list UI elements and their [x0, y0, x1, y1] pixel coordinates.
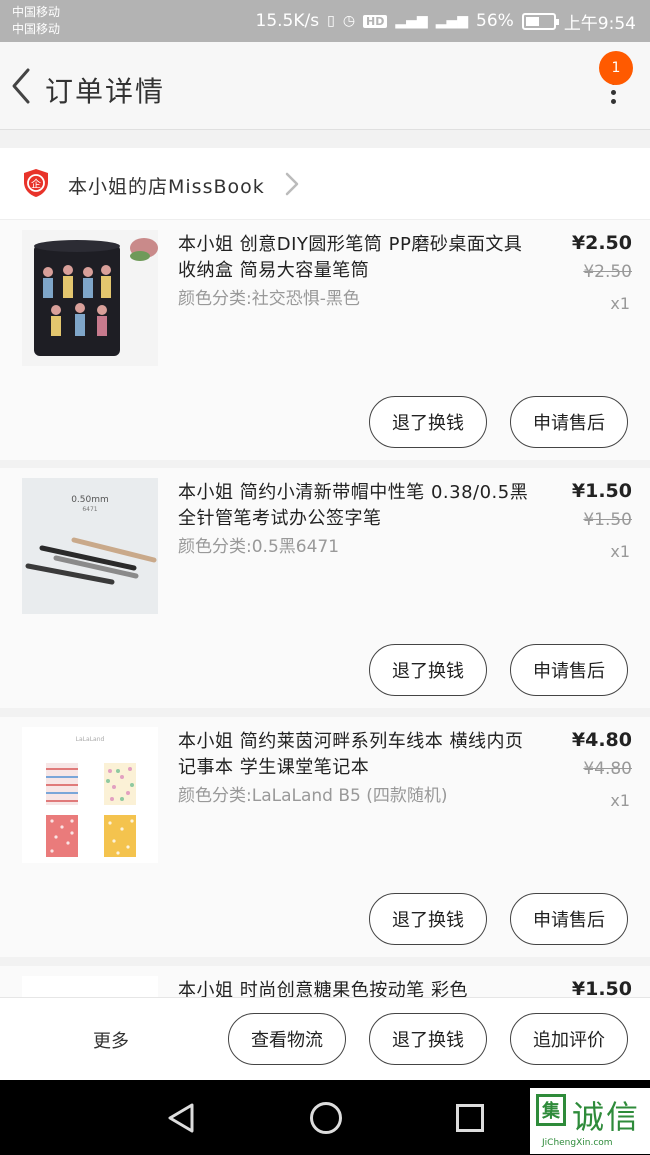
network-speed: 15.5K/s	[255, 11, 320, 31]
order-item[interactable]: 0.50mm 6471 本小姐 简约小清新带帽中性笔 0.38/0.5黑全针管笔…	[0, 468, 650, 708]
product-price: ¥4.80	[571, 729, 632, 751]
back-arrow-icon	[12, 68, 30, 104]
refund-button[interactable]: 退了换钱	[369, 1013, 487, 1065]
product-variant: 颜色分类:0.5黑6471	[178, 537, 340, 557]
dot-icon	[610, 99, 616, 104]
page-title: 订单详情	[45, 75, 166, 108]
status-bar: 中国移动 中国移动 15.5K/s ▯ ◷ HD ▂▄▆ ▂▄▆ 56% 上午9…	[0, 0, 650, 42]
signal-4g-icon: ▂▄▆	[435, 13, 469, 29]
refund-button[interactable]: 退了换钱	[369, 893, 487, 945]
add-review-button[interactable]: 追加评价	[510, 1013, 628, 1065]
view-logistics-button[interactable]: 查看物流	[228, 1013, 346, 1065]
pen-model-label: 6471	[82, 506, 97, 513]
carrier-1: 中国移动	[12, 5, 61, 19]
product-variant: 颜色分类:LaLaLand B5 (四款随机)	[178, 786, 448, 806]
product-variant: 颜色分类:社交恐惧-黑色	[178, 289, 360, 309]
store-row[interactable]: 企 本小姐的店MissBook	[0, 148, 650, 220]
product-title[interactable]: 本小姐 简约小清新带帽中性笔 0.38/0.5黑全针管笔考试办公签字笔	[178, 480, 538, 532]
watermark-url: JiChengXin.com	[542, 1138, 613, 1148]
product-price: ¥1.50	[571, 480, 632, 502]
alarm-icon: ◷	[342, 13, 356, 29]
battery-percent: 56%	[476, 11, 514, 31]
after-sale-button[interactable]: 申请售后	[510, 396, 628, 448]
bottom-action-bar: 更多 查看物流 退了换钱 追加评价	[0, 997, 650, 1080]
nav-recent-icon[interactable]	[456, 1104, 484, 1132]
chevron-right-icon	[285, 172, 299, 196]
back-button[interactable]	[6, 64, 36, 108]
nav-back-icon[interactable]	[166, 1102, 196, 1134]
more-link[interactable]: 更多	[93, 1027, 129, 1053]
gel-pen-image: 0.50mm 6471	[22, 478, 158, 614]
product-price: ¥2.50	[571, 232, 632, 254]
vibrate-icon: ▯	[327, 13, 335, 29]
original-price: ¥4.80	[583, 759, 632, 779]
order-item[interactable]: 本小姐 创意DIY圆形笔筒 PP磨砂桌面文具收纳盒 简易大容量笔筒 颜色分类:社…	[0, 220, 650, 460]
enterprise-shield-icon: 企	[24, 169, 48, 197]
shield-icon-label: 企	[31, 178, 41, 191]
original-price: ¥2.50	[583, 262, 632, 282]
nav-home-icon[interactable]	[310, 1102, 342, 1134]
order-item[interactable]: 本小姐 时尚创意糖果色按动笔 彩色 ¥1.50	[0, 966, 650, 997]
product-image[interactable]: LaLaLand	[22, 727, 158, 863]
hd-badge: HD	[363, 14, 388, 28]
product-title[interactable]: 本小姐 简约莱茵河畔系列车线本 横线内页记事本 学生课堂笔记本	[178, 729, 538, 781]
watermark-logo: 集 诚信 JiChengXin.com	[530, 1088, 650, 1154]
signal-icon: ▂▄▆	[395, 13, 428, 29]
watermark-text: 诚信	[572, 1098, 641, 1136]
carrier-info: 中国移动 中国移动	[12, 4, 60, 38]
order-item[interactable]: LaLaLand 本小姐 简约莱茵河畔系列车线本 横线内页记事本 学生课堂笔记本…	[0, 717, 650, 957]
product-quantity: x1	[610, 294, 630, 313]
app-header: 订单详情 1	[0, 42, 650, 130]
after-sale-button[interactable]: 申请售后	[510, 644, 628, 696]
notebook-brand-label: LaLaLand	[76, 736, 105, 743]
product-title[interactable]: 本小姐 时尚创意糖果色按动笔 彩色	[178, 978, 538, 997]
battery-icon	[521, 12, 559, 30]
product-quantity: x1	[610, 542, 630, 561]
pen-size-label: 0.50mm	[71, 495, 109, 505]
battery-level	[525, 16, 539, 26]
refund-button[interactable]: 退了换钱	[369, 396, 487, 448]
original-price: ¥1.50	[583, 510, 632, 530]
notebook-image: LaLaLand	[22, 727, 158, 863]
product-image[interactable]	[22, 230, 158, 366]
after-sale-button[interactable]: 申请售后	[510, 893, 628, 945]
product-price: ¥1.50	[571, 978, 632, 997]
product-image[interactable]	[22, 976, 158, 997]
status-icons: 15.5K/s ▯ ◷ HD ▂▄▆ ▂▄▆ 56% 上午9:54	[256, 8, 636, 34]
product-title[interactable]: 本小姐 创意DIY圆形笔筒 PP磨砂桌面文具收纳盒 简易大容量笔筒	[178, 232, 538, 284]
clock: 上午9:54	[563, 13, 636, 34]
product-image[interactable]: 0.50mm 6471	[22, 478, 158, 614]
refund-button[interactable]: 退了换钱	[369, 644, 487, 696]
pen-holder-image	[22, 230, 158, 366]
dot-icon	[610, 89, 616, 95]
system-nav-bar: 集 诚信 JiChengXin.com	[0, 1080, 650, 1155]
notification-badge[interactable]: 1	[599, 51, 633, 85]
product-quantity: x1	[610, 791, 630, 810]
store-name: 本小姐的店MissBook	[68, 176, 265, 198]
carrier-2: 中国移动	[12, 22, 61, 36]
watermark-mark: 集	[536, 1094, 566, 1126]
